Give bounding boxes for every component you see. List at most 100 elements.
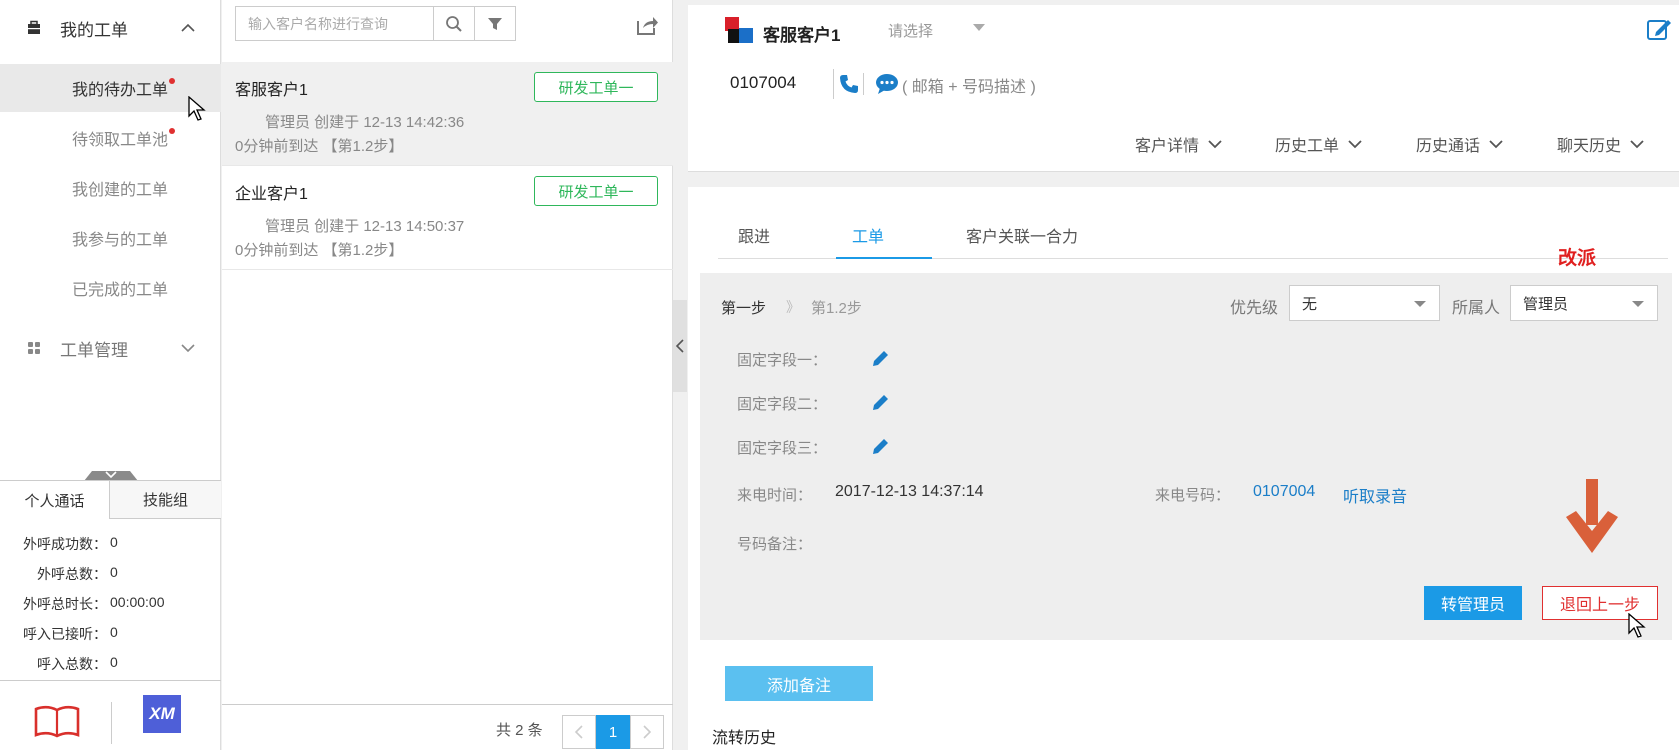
nav-group-my-tickets[interactable]: 我的工单 xyxy=(0,8,221,48)
chevron-left-icon xyxy=(574,725,583,739)
stats-tabs: 个人通话 技能组 xyxy=(0,480,221,519)
ticket-form: 第一步 》 第1.2步 优先级 无 所属人 管理员 固定字段一： 固定字段二： … xyxy=(700,273,1672,640)
nav-group-label: 我的工单 xyxy=(60,20,128,40)
edit-icon[interactable] xyxy=(1646,17,1672,43)
annotation-reassign: 改派 xyxy=(1558,247,1597,269)
unread-dot xyxy=(169,128,176,134)
stat-value: 0 xyxy=(110,654,118,670)
customer-header-card: 客服客户1 请选择 0107004 ( 邮箱 + 号码描述 ) 客户详情 历史工… xyxy=(688,5,1679,172)
call-time-label: 来电时间： xyxy=(737,487,813,504)
stat-label: 呼入总数： xyxy=(37,656,107,672)
tab-skill-group[interactable]: 技能组 xyxy=(110,481,221,519)
owner-select[interactable]: 管理员 xyxy=(1510,285,1658,321)
call-number-label: 来电号码： xyxy=(1155,487,1231,504)
page-number-button[interactable]: 1 xyxy=(596,715,630,749)
sidebar-item-label: 我创建的工单 xyxy=(72,182,169,199)
tab-call-history[interactable]: 历史通话 xyxy=(1416,132,1504,156)
ticket-meta-text: 管理员 创建于 12-13 14:50:37 xyxy=(265,218,465,235)
chevron-down-icon xyxy=(1348,140,1362,149)
xm-logo-text: XM xyxy=(149,704,175,723)
sidebar-item-completed[interactable]: 已完成的工单 xyxy=(0,264,221,312)
customer-search-input[interactable] xyxy=(235,6,434,41)
chevron-right-icon xyxy=(643,725,652,739)
chat-icon[interactable] xyxy=(875,73,899,95)
call-time-value: 2017-12-13 14:37:14 xyxy=(835,483,984,500)
ticket-arrival: 0分钟前到达 【第1.2步】 xyxy=(235,242,404,259)
stat-value: 0 xyxy=(110,624,118,640)
chevron-up-icon[interactable] xyxy=(180,20,196,36)
stat-label: 呼入已接听： xyxy=(23,626,107,642)
ticket-list-panel: 客服客户1 研发工单一 管理员 创建于 12-13 14:42:36 0分钟前到… xyxy=(222,0,673,750)
caret-down-icon[interactable] xyxy=(971,19,987,35)
pencil-icon[interactable] xyxy=(870,437,890,457)
priority-value: 无 xyxy=(1302,295,1318,313)
contact-description: ( 邮箱 + 号码描述 ) xyxy=(902,79,1036,96)
tab-ticket[interactable]: 工单 xyxy=(852,223,884,247)
tab-customer-link[interactable]: 客户关联一合力 xyxy=(966,223,1078,247)
stat-label: 外呼总时长： xyxy=(23,596,107,612)
active-tab-indicator xyxy=(836,257,932,259)
breadcrumb-step2: 第1.2步 xyxy=(811,300,862,317)
arrow-down-icon xyxy=(1566,479,1618,553)
xm-logo[interactable]: XM xyxy=(143,695,181,733)
field-label: 固定字段二： xyxy=(737,396,828,413)
nav-group-ticket-mgmt[interactable]: 工单管理 xyxy=(0,328,221,368)
stat-value: 00:00:00 xyxy=(110,594,165,610)
ticket-customer-name: 企业客户1 xyxy=(235,186,308,203)
tab-ticket-history[interactable]: 历史工单 xyxy=(1275,132,1363,156)
tab-label: 客户详情 xyxy=(1135,138,1200,155)
transfer-to-admin-button[interactable]: 转管理员 xyxy=(1424,586,1522,620)
total-count: 共 2 条 xyxy=(496,722,543,739)
stat-row: 呼入总数： 0 xyxy=(0,648,221,678)
next-page-button[interactable] xyxy=(630,715,664,749)
book-icon[interactable] xyxy=(33,703,81,739)
chevron-down-icon xyxy=(1489,140,1503,149)
panel-collapse-handle[interactable] xyxy=(673,300,687,392)
sidebar: 我的工单 我的待办工单 待领取工单池 我创建的工单 我参与的工单 已完成的工单 … xyxy=(0,0,221,750)
chevron-left-icon xyxy=(675,339,684,353)
field-label: 固定字段三： xyxy=(737,440,828,457)
tab-chat-history[interactable]: 聊天历史 xyxy=(1557,132,1645,156)
divider xyxy=(833,69,834,99)
breadcrumb-step1[interactable]: 第一步 xyxy=(721,297,766,318)
priority-select[interactable]: 无 xyxy=(1289,285,1440,321)
filter-button[interactable] xyxy=(474,6,516,41)
grid-icon xyxy=(28,342,40,354)
nav-group-label: 工单管理 xyxy=(60,340,128,360)
customer-logo-icon xyxy=(725,17,753,43)
unread-dot xyxy=(169,78,176,84)
pagination: 共 2 条 1 xyxy=(222,704,673,750)
tab-customer-details[interactable]: 客户详情 xyxy=(1135,132,1223,156)
add-note-button[interactable]: 添加备注 xyxy=(725,666,873,701)
number-note-label: 号码备注： xyxy=(737,536,813,553)
sidebar-item-participated[interactable]: 我参与的工单 xyxy=(0,214,221,262)
ticket-list-item[interactable]: 客服客户1 研发工单一 管理员 创建于 12-13 14:42:36 0分钟前到… xyxy=(222,62,673,166)
prev-page-button[interactable] xyxy=(562,715,596,749)
chevron-down-icon xyxy=(1208,140,1222,149)
mouse-cursor-icon xyxy=(188,96,206,121)
divider xyxy=(863,73,864,95)
mouse-cursor-icon xyxy=(1628,613,1646,638)
stat-row: 外呼总数： 0 xyxy=(0,558,221,588)
tab-follow-up[interactable]: 跟进 xyxy=(738,223,770,247)
pencil-icon[interactable] xyxy=(870,349,890,369)
ticket-type-tag: 研发工单一 xyxy=(534,72,658,102)
chevron-down-icon[interactable] xyxy=(180,340,196,356)
sidebar-item-created[interactable]: 我创建的工单 xyxy=(0,164,221,212)
pencil-icon[interactable] xyxy=(870,393,890,413)
phone-icon[interactable] xyxy=(839,74,859,94)
filter-icon xyxy=(488,17,502,30)
flow-history-title: 流转历史 xyxy=(712,730,777,747)
listen-recording-link[interactable]: 听取录音 xyxy=(1343,483,1407,507)
caret-down-icon xyxy=(1632,301,1644,307)
customer-status-select[interactable]: 请选择 xyxy=(888,20,933,41)
stat-label: 外呼成功数： xyxy=(23,536,107,552)
ticket-customer-name: 客服客户1 xyxy=(235,82,308,99)
export-icon[interactable] xyxy=(635,13,659,37)
search-button[interactable] xyxy=(433,6,475,41)
tab-personal-calls[interactable]: 个人通话 xyxy=(0,481,110,519)
ticket-list-item[interactable]: 企业客户1 研发工单一 管理员 创建于 12-13 14:50:37 0分钟前到… xyxy=(222,166,673,270)
call-number-value: 0107004 xyxy=(1253,483,1316,500)
divider xyxy=(111,702,112,744)
owner-value: 管理员 xyxy=(1523,295,1569,313)
